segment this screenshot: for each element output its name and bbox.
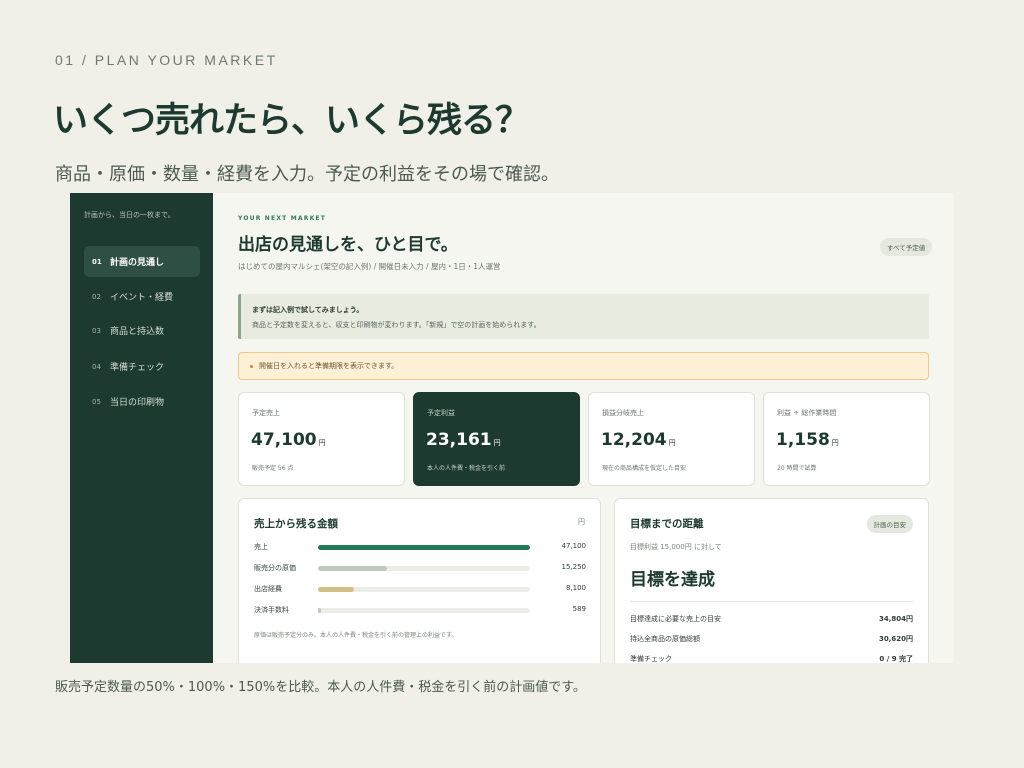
- page-caption: 販売予定数量の50%・100%・150%を比較。本人の人件費・税金を引く前の計画…: [55, 680, 586, 695]
- page-headline: いくつ売れたら、いくら残る？: [53, 101, 530, 141]
- nav-label: 当日の印刷物: [110, 398, 165, 408]
- kpi-label: 損益分岐売上: [602, 409, 644, 417]
- goal-row-required-sales: 目標達成に必要な売上の目安 34,804円: [630, 615, 913, 623]
- kpi-label: 利益 ÷ 総作業時間: [777, 409, 837, 417]
- info-body: 商品と予定数を変えると、収支と印刷物が変わります。「新規」で空の計画を始められま…: [252, 321, 541, 329]
- breakdown-row: 出店経費 8,100: [254, 584, 586, 596]
- kpi-card-profit: 予定利益 23,161 円 本人の人件費・税金を引く前: [413, 392, 580, 486]
- breakdown-unit: 円: [578, 518, 585, 526]
- sidebar-item-event-expenses[interactable]: 02 イベント・経費: [84, 281, 200, 312]
- main-title: 出店の見通しを、ひと目で。: [238, 235, 458, 255]
- nav-number: 02: [92, 292, 101, 301]
- breakdown-bar: [318, 587, 354, 592]
- goal-row-total-cost: 持込全商品の原価総額 30,620円: [630, 635, 913, 643]
- goal-divider: [630, 601, 913, 602]
- sidebar-item-plan-outlook[interactable]: 01 計画の見通し: [84, 246, 200, 277]
- kpi-value: 23,161 円: [426, 430, 501, 450]
- breakdown-row-value: 47,100: [561, 542, 587, 550]
- sidebar-item-printouts[interactable]: 05 当日の印刷物: [84, 386, 200, 417]
- nav-label: 計画の見通し: [110, 258, 165, 268]
- goal-status: 目標を達成: [630, 570, 715, 590]
- kpi-card-hourly: 利益 ÷ 総作業時間 1,158 円 20 時間で試算: [763, 392, 930, 486]
- breakdown-row-value: 15,250: [561, 563, 587, 571]
- breakdown-footnote: 原価は販売予定分のみ。本人の人件費・税金を引く前の管理上の利益です。: [254, 632, 458, 639]
- goal-badge: 計画の目安: [866, 515, 913, 533]
- kpi-note: 現在の商品構成を仮定した目安: [602, 465, 687, 472]
- sidebar-item-products[interactable]: 03 商品と持込数: [84, 315, 200, 346]
- nav-label: 商品と持込数: [110, 327, 165, 337]
- breakdown-bar-track: [318, 587, 530, 592]
- page-subhead: 商品・原価・数量・経費を入力。予定の利益をその場で確認。: [55, 164, 559, 185]
- info-banner: まずは記入例で試してみましょう。 商品と予定数を変えると、収支と印刷物が変わりま…: [238, 294, 929, 339]
- sidebar-tagline: 計画から、当日の一枚まで。: [84, 211, 175, 219]
- section-eyebrow: 01 / PLAN YOUR MARKET: [55, 52, 278, 68]
- breakdown-bar: [318, 566, 387, 571]
- warning-text: 開催日を入れると準備期限を表示できます。: [259, 362, 399, 370]
- sidebar: 計画から、当日の一枚まで。 01 計画の見通し 02 イベント・経費 03 商品…: [70, 193, 213, 663]
- estimate-badge: すべて予定値: [880, 238, 933, 256]
- event-meta: はじめての屋内マルシェ(架空の記入例) / 開催日未入力 / 屋内・1日・1人運…: [238, 262, 501, 271]
- goal-title: 目標までの距離: [630, 518, 704, 530]
- breakdown-row: 販売分の原価 15,250: [254, 563, 586, 575]
- breakdown-row-label: 決済手数料: [254, 606, 289, 614]
- breakdown-row-label: 販売分の原価: [254, 564, 296, 572]
- nav-number: 03: [92, 326, 101, 335]
- kpi-note: 販売予定 56 点: [252, 465, 294, 472]
- goal-card: 目標までの距離 計画の目安 目標利益 15,000円 に対して 目標を達成 目標…: [614, 498, 929, 663]
- goal-target: 目標利益 15,000円 に対して: [630, 543, 722, 551]
- nav-label: 準備チェック: [110, 363, 165, 373]
- breakdown-row: 売上 47,100: [254, 542, 586, 554]
- sidebar-item-prep-check[interactable]: 04 準備チェック: [84, 351, 200, 382]
- main-kicker: YOUR NEXT MARKET: [238, 215, 327, 222]
- breakdown-bar-track: [318, 566, 530, 571]
- goal-row-prep-check: 準備チェック 0 / 9 完了: [630, 655, 913, 663]
- breakdown-card: 売上から残る金額 円 売上 47,100 販売分の原価 15,250 出店経費 8,100…: [238, 498, 601, 663]
- nav-label: イベント・経費: [110, 293, 174, 303]
- main-panel: YOUR NEXT MARKET 出店の見通しを、ひと目で。 はじめての屋内マル…: [213, 193, 954, 663]
- breakdown-row-value: 8,100: [565, 584, 586, 592]
- breakdown-row-value: 589: [572, 605, 586, 613]
- breakdown-bar-track: [318, 608, 530, 613]
- app-screenshot: 計画から、当日の一枚まで。 01 計画の見通し 02 イベント・経費 03 商品…: [70, 193, 954, 663]
- breakdown-row: 決済手数料 589: [254, 605, 586, 617]
- kpi-value: 47,100 円: [251, 430, 326, 450]
- kpi-label: 予定売上: [252, 409, 280, 417]
- nav-number: 04: [92, 362, 101, 371]
- breakdown-row-label: 売上: [254, 543, 268, 551]
- kpi-card-sales: 予定売上 47,100 円 販売予定 56 点: [238, 392, 405, 486]
- warning-dot-icon: [250, 364, 253, 368]
- kpi-note: 20 時間で試算: [777, 465, 817, 472]
- info-title: まずは記入例で試してみましょう。: [252, 306, 364, 314]
- breakdown-bar: [318, 608, 321, 613]
- kpi-label: 予定利益: [427, 409, 455, 417]
- breakdown-title: 売上から残る金額: [254, 518, 338, 530]
- breakdown-bar-track: [318, 545, 530, 550]
- nav-number: 05: [92, 397, 101, 406]
- kpi-card-breakeven: 損益分岐売上 12,204 円 現在の商品構成を仮定した目安: [588, 392, 755, 486]
- kpi-note: 本人の人件費・税金を引く前: [427, 465, 506, 472]
- warning-banner: 開催日を入れると準備期限を表示できます。: [238, 352, 929, 380]
- breakdown-bar: [318, 545, 530, 550]
- nav-number: 01: [92, 257, 102, 266]
- kpi-value: 12,204 円: [601, 430, 676, 450]
- kpi-value: 1,158 円: [776, 430, 839, 450]
- breakdown-row-label: 出店経費: [254, 585, 282, 593]
